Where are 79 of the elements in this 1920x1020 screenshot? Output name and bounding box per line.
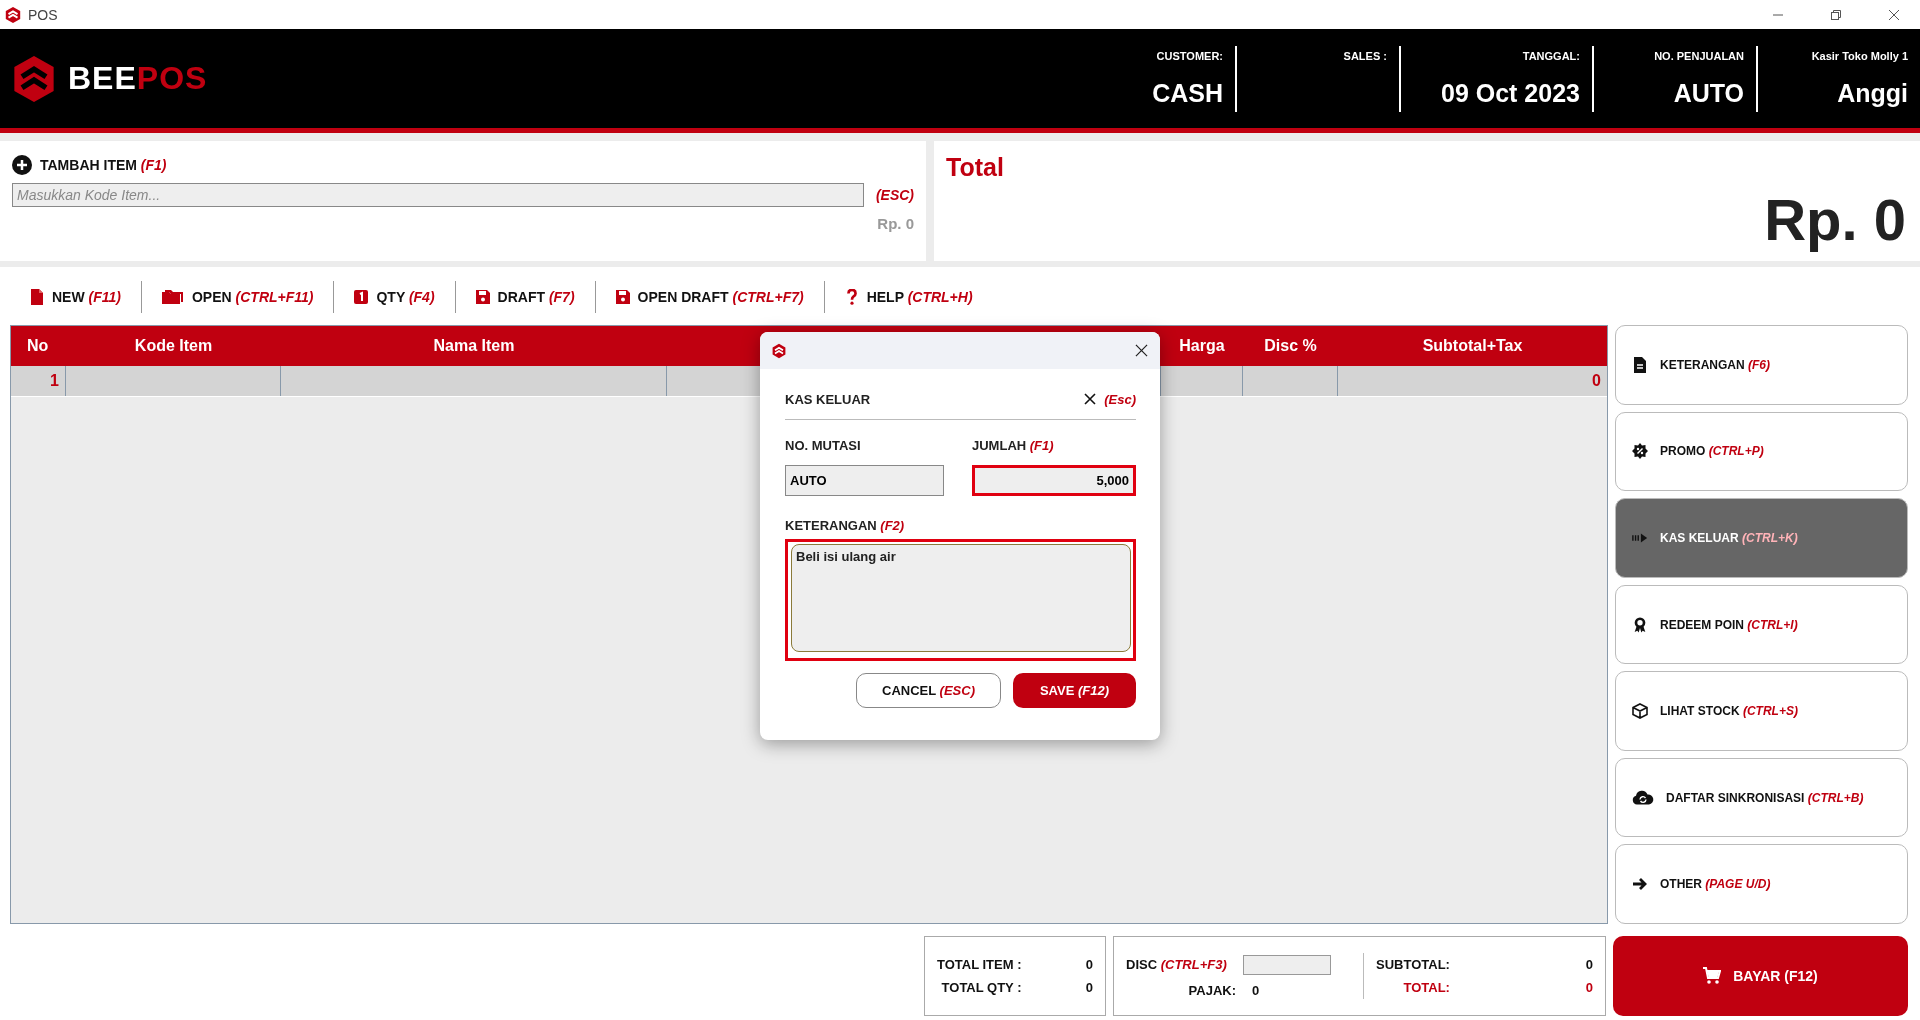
header-label: CUSTOMER: — [1156, 49, 1223, 62]
column-header: Kode Item — [133, 336, 214, 356]
header-value: AUTO — [1673, 78, 1744, 108]
summary-label: TOTAL QTY : — [940, 980, 1022, 995]
summary-label: SUBTOTAL: — [1376, 957, 1450, 972]
summary-label: TOTAL ITEM : — [937, 957, 1022, 972]
item-amount: Rp. 0 — [877, 215, 914, 232]
cube-icon — [1632, 703, 1648, 720]
close-icon[interactable] — [1888, 8, 1900, 21]
award-ribbon-icon — [1632, 616, 1648, 633]
plus-circle-icon — [12, 155, 32, 175]
side-menu-button[interactable]: OTHER (PAGE U/D) — [1615, 844, 1908, 925]
disc-label: DISC (CTRL+F3) — [1126, 957, 1227, 972]
dialog-title: KAS KELUAR — [785, 391, 871, 407]
discount-field[interactable] — [1242, 954, 1331, 975]
total-label: Total — [946, 153, 1004, 182]
header-label: SALES : — [1343, 49, 1387, 62]
header-label: Kasir Toko Molly 1 — [1811, 49, 1908, 62]
number-one-icon — [354, 289, 369, 305]
esc-shortcut: (ESC) — [875, 187, 914, 203]
header-label: NO. PENJUALAN — [1654, 49, 1744, 62]
side-menu-button[interactable]: KAS KELUAR (CTRL+K) — [1615, 498, 1908, 578]
side-menu-button[interactable]: PROMO (CTRL+P) — [1615, 411, 1908, 492]
cancel-button[interactable]: CANCEL (ESC) — [856, 673, 1001, 708]
header-label: TANGGAL: — [1522, 49, 1580, 62]
header-value: 09 Oct 2023 — [1441, 78, 1580, 108]
pay-button[interactable]: BAYAR (F12) — [1613, 936, 1908, 1016]
column-header: Disc % — [1263, 336, 1318, 356]
field-label: NO. MUTASI — [785, 438, 862, 453]
column-header: No — [26, 336, 50, 356]
app-logo-icon — [771, 342, 787, 359]
toolbar-button[interactable]: QTY (F4) — [354, 285, 435, 309]
folder-icon — [162, 289, 184, 305]
total-amount: Rp. 0 — [1764, 186, 1906, 253]
toolbar-button[interactable]: DRAFT (F7) — [475, 285, 575, 309]
summary-label: TOTAL: — [1402, 980, 1450, 995]
table-cell: 1 — [11, 366, 66, 396]
close-icon — [1084, 393, 1097, 405]
toolbar-button[interactable]: HELP (CTRL+H) — [844, 285, 973, 309]
cart-icon — [1703, 967, 1722, 985]
side-menu-button[interactable]: KETERANGAN (F6) — [1615, 325, 1908, 405]
toolbar-button[interactable]: NEW (F11) — [30, 285, 121, 309]
field-label: JUMLAH (F1) — [972, 438, 1055, 453]
question-mark-icon — [844, 289, 859, 305]
file-icon — [30, 289, 44, 305]
column-header: Nama Item — [432, 336, 516, 356]
side-menu-button[interactable]: REDEEM POIN (CTRL+I) — [1615, 584, 1908, 665]
column-header: Subtotal+Tax — [1421, 336, 1524, 356]
restore-icon[interactable] — [1830, 8, 1842, 21]
close-button[interactable]: (Esc) — [1084, 391, 1136, 407]
mutation-number-field[interactable]: AUTO — [785, 465, 944, 496]
side-menu-button[interactable]: LIHAT STOCK (CTRL+S) — [1615, 671, 1908, 751]
column-header: Harga — [1178, 336, 1226, 356]
app-logo-icon — [4, 5, 22, 24]
percent-badge-icon — [1632, 443, 1648, 460]
header-value: Anggi — [1837, 78, 1908, 108]
summary-value: 0 — [1084, 957, 1093, 972]
header-value: CASH — [1152, 78, 1223, 108]
summary-value: 0 — [1584, 957, 1593, 972]
brand-name: BEEPOS — [68, 60, 208, 97]
add-item-label: TAMBAH ITEM (F1) — [40, 157, 167, 173]
document-icon — [1632, 356, 1648, 373]
window-title: POS — [28, 6, 58, 23]
toolbar-button[interactable]: OPEN DRAFT (CTRL+F7) — [615, 285, 804, 309]
save-button[interactable]: SAVE (F12) — [1013, 673, 1136, 708]
close-icon[interactable] — [1135, 344, 1148, 357]
note-field[interactable]: Beli isi ulang air — [791, 544, 1131, 652]
brand-logo-icon — [12, 54, 56, 103]
table-cell-text: 0 — [1591, 371, 1602, 391]
summary-label: PAJAK: — [1187, 982, 1236, 998]
summary-value: 0 — [1252, 982, 1260, 998]
toolbar-button[interactable]: OPEN (CTRL+F11) — [162, 285, 314, 309]
side-menu-button[interactable]: DAFTAR SINKRONISASI (CTRL+B) — [1615, 757, 1908, 838]
summary-value: 0 — [1584, 980, 1593, 995]
field-label: KETERANGAN (F2) — [785, 518, 906, 533]
amount-field[interactable]: 5,000 — [972, 465, 1136, 496]
cloud-sync-icon — [1632, 789, 1654, 806]
summary-value: 0 — [1084, 980, 1093, 995]
item-code-field[interactable]: Masukkan Kode Item... — [12, 183, 864, 207]
